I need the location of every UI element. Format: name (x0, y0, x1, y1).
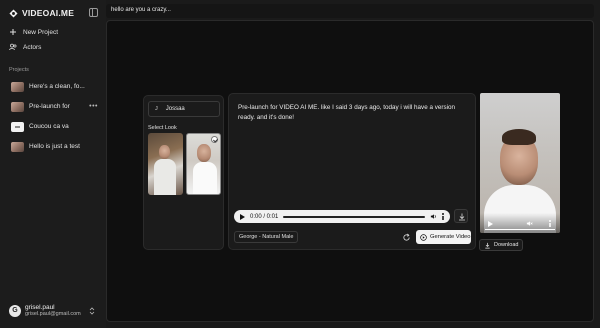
script-panel: Pre-launch for VIDEO AI ME. like I said … (228, 93, 476, 250)
play-circle-icon (420, 233, 427, 241)
prompt-title[interactable]: hello are you a crazy... (106, 4, 594, 18)
generate-video-button[interactable]: Generate Video (416, 230, 471, 244)
actor-initial: J (155, 106, 158, 112)
nav-actors-label: Actors (23, 43, 42, 51)
projects-section-title: Projects (9, 67, 29, 73)
project-label: Here's a clean, fo... (29, 83, 85, 90)
generate-video-label: Generate Video (430, 234, 471, 240)
nav-actors[interactable]: Actors (9, 43, 41, 51)
prompt-text: hello are you a crazy... (111, 7, 171, 13)
nav-new-project-label: New Project (23, 28, 59, 36)
voice-select[interactable]: George - Natural Male (234, 231, 299, 243)
actor-name: Jossaa (165, 106, 185, 112)
video-play-icon[interactable] (488, 221, 493, 227)
actor-select[interactable]: J Jossaa (148, 101, 220, 117)
audio-progress[interactable] (283, 215, 425, 218)
project-thumbnail (11, 141, 24, 152)
look-face (159, 145, 170, 159)
video-hair (502, 129, 536, 145)
video-preview[interactable] (480, 93, 560, 233)
look-panel: J Jossaa Select Look (143, 95, 224, 250)
video-progress[interactable] (485, 229, 555, 230)
audio-time: 0:00 / 0:01 (250, 213, 279, 220)
audio-more-icon[interactable] (442, 213, 444, 220)
project-thumbnail (11, 101, 24, 112)
download-icon (485, 242, 490, 248)
audio-player[interactable]: 0:00 / 0:01 (234, 210, 450, 223)
brand[interactable]: VIDEOAI.ME (9, 8, 74, 18)
avatar: G (9, 304, 21, 317)
project-item[interactable]: Pre-launch for ••• (11, 100, 103, 113)
brand-name: VIDEOAI.ME (22, 8, 75, 18)
chevron-updown-icon[interactable] (89, 307, 95, 315)
download-button[interactable]: Download (479, 239, 523, 251)
project-item[interactable]: Coucou ca va (11, 120, 103, 133)
refresh-icon[interactable] (402, 233, 411, 242)
user-name: grisel.paul (25, 304, 55, 311)
project-label: Hello is just a test (29, 143, 80, 150)
sidebar-collapse-icon[interactable] (89, 8, 98, 17)
look-option-selected[interactable] (186, 133, 221, 195)
project-label: Coucou ca va (29, 123, 69, 130)
voice-label: George - Natural Male (239, 234, 294, 240)
project-thumbnail (11, 121, 24, 132)
look-face (197, 144, 211, 162)
users-icon (9, 43, 17, 51)
look-figure (154, 159, 176, 195)
nav-new-project[interactable]: New Project (9, 28, 58, 36)
mute-icon[interactable] (526, 220, 533, 227)
project-item[interactable]: Hello is just a test (11, 140, 103, 153)
volume-icon[interactable] (430, 213, 437, 220)
user-email: grisel.paul@gmail.com (25, 311, 81, 317)
video-controls (480, 213, 560, 233)
video-more-icon[interactable] (549, 220, 551, 227)
select-look-title: Select Look (148, 125, 177, 131)
sidebar: VIDEOAI.ME New Project Actors Projects H… (0, 0, 106, 328)
script-textarea[interactable]: Pre-launch for VIDEO AI ME. like I said … (238, 103, 463, 123)
project-thumbnail (11, 81, 24, 92)
more-options-icon[interactable]: ••• (89, 103, 98, 110)
project-item[interactable]: Here's a clean, fo... (11, 80, 103, 93)
download-audio-button[interactable] (454, 209, 468, 223)
download-label: Download (494, 242, 519, 248)
play-icon[interactable] (240, 213, 245, 220)
look-figure (193, 162, 217, 194)
plus-icon (10, 29, 16, 35)
brand-logo-icon (9, 8, 18, 18)
check-icon (211, 136, 218, 143)
download-icon (459, 213, 465, 221)
look-option[interactable] (148, 133, 183, 195)
user-account[interactable]: G grisel.paul grisel.paul@gmail.com (9, 304, 81, 317)
project-label: Pre-launch for (29, 103, 70, 110)
